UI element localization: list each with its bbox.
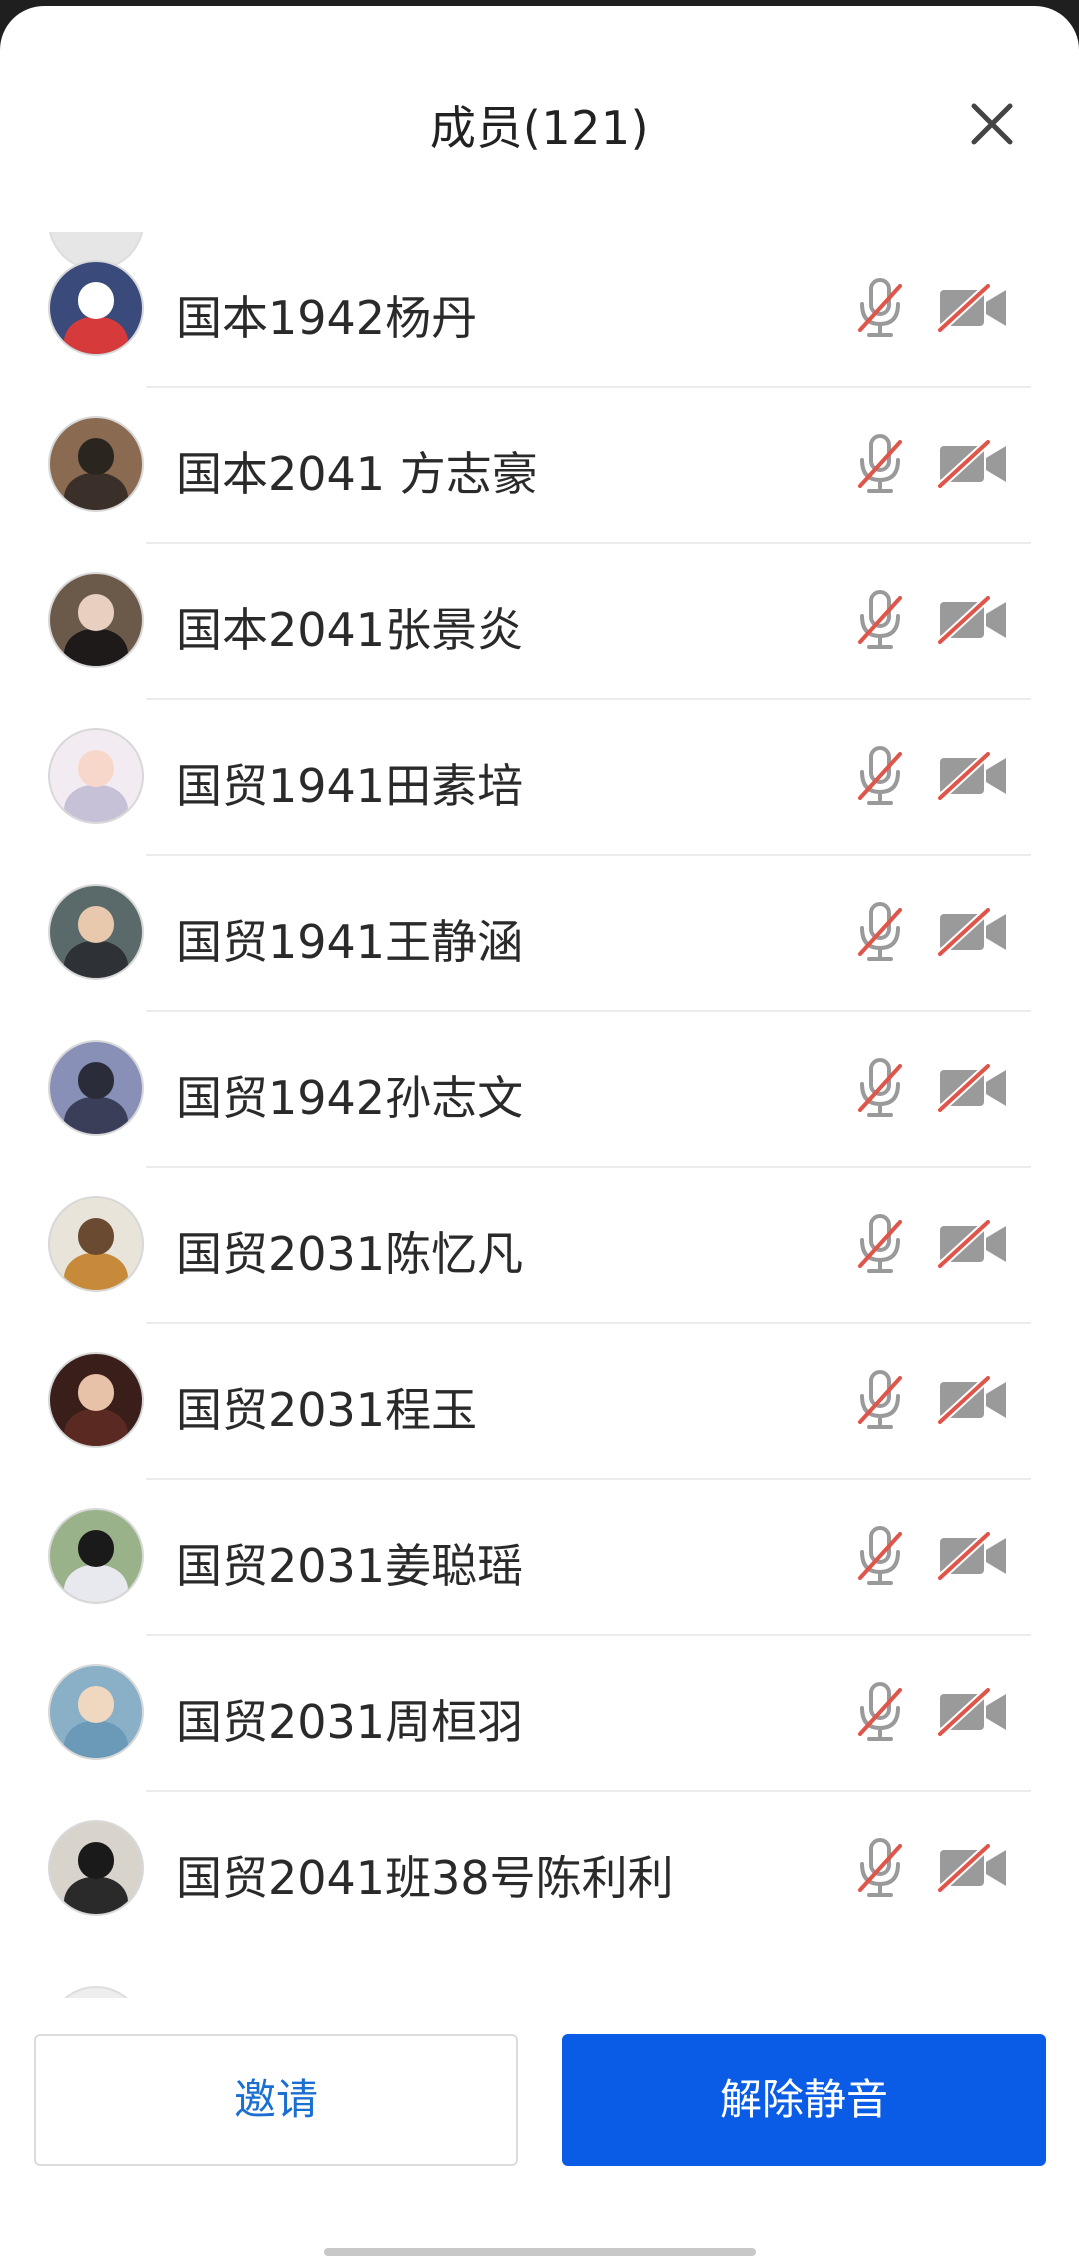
close-button[interactable] — [962, 94, 1022, 154]
page-title: 成员(121) — [429, 101, 650, 155]
avatar-face — [77, 282, 115, 320]
unmute-button[interactable]: 解除静音 — [562, 2034, 1046, 2166]
members-sheet: 成员(121) 国本1942杨丹国本2041 方志豪 国本2041张景炎 国贸194… — [0, 6, 1079, 2268]
avatar — [48, 1986, 144, 1998]
home-indicator — [324, 2248, 756, 2256]
avatar-body — [63, 629, 129, 666]
row-divider — [146, 1634, 1031, 1636]
list-item[interactable]: 国贸1942孙志文 — [0, 1010, 1079, 1166]
camera-off-icon[interactable] — [936, 438, 1010, 490]
camera-off-icon[interactable] — [936, 1842, 1010, 1894]
sheet-header: 成员(121) — [0, 6, 1079, 236]
member-name: 国本2041张景炎 — [176, 603, 524, 657]
camera-off-icon[interactable] — [936, 906, 1010, 958]
member-list[interactable]: 国本1942杨丹国本2041 方志豪 国本2041张景炎 国贸1941田素培 国贸19… — [0, 232, 1079, 1998]
avatar-face — [77, 1842, 115, 1880]
avatar-body — [63, 1253, 129, 1290]
avatar[interactable] — [48, 416, 144, 512]
mic-muted-icon[interactable] — [852, 1056, 908, 1120]
list-item[interactable]: 国贸1941田素培 — [0, 698, 1079, 854]
row-divider — [146, 1166, 1031, 1168]
avatar[interactable] — [48, 1040, 144, 1136]
row-divider — [146, 1790, 1031, 1792]
camera-off-icon[interactable] — [936, 750, 1010, 802]
member-name: 国贸1942孙志文 — [176, 1071, 524, 1125]
row-divider — [146, 1010, 1031, 1012]
camera-off-icon[interactable] — [936, 1062, 1010, 1114]
mic-muted-icon[interactable] — [852, 744, 908, 808]
avatar-body — [63, 1409, 129, 1446]
mic-muted-icon[interactable] — [852, 432, 908, 496]
member-name: 国贸1941王静涵 — [176, 915, 524, 969]
mic-muted-icon[interactable] — [852, 588, 908, 652]
row-divider — [146, 698, 1031, 700]
avatar-body — [63, 1097, 129, 1134]
avatar[interactable] — [48, 728, 144, 824]
avatar[interactable] — [48, 1664, 144, 1760]
member-name: 国贸1941田素培 — [176, 759, 524, 813]
avatar-face — [77, 594, 115, 632]
avatar-face — [77, 1062, 115, 1100]
list-item[interactable]: 国贸2041班38号陈利利 — [0, 1790, 1079, 1946]
avatar[interactable] — [48, 1820, 144, 1916]
list-item[interactable]: 国本2041张景炎 — [0, 542, 1079, 698]
avatar-body — [63, 785, 129, 822]
camera-off-icon[interactable] — [936, 282, 1010, 334]
list-item[interactable]: 国贸2031姜聪瑶 — [0, 1478, 1079, 1634]
avatar-face — [77, 438, 115, 476]
avatar[interactable] — [48, 572, 144, 668]
mic-muted-icon[interactable] — [852, 1524, 908, 1588]
avatar-face — [77, 1530, 115, 1568]
list-item[interactable]: 国贸1941王静涵 — [0, 854, 1079, 1010]
close-icon — [971, 103, 1013, 145]
member-name: 国贸2031周桓羽 — [176, 1695, 524, 1749]
mic-muted-icon[interactable] — [852, 1368, 908, 1432]
member-name: 国本2041 方志豪 — [176, 447, 538, 501]
member-name: 国贸2031姜聪瑶 — [176, 1539, 524, 1593]
avatar-body — [63, 1877, 129, 1914]
row-divider — [146, 386, 1031, 388]
camera-off-icon[interactable] — [936, 1530, 1010, 1582]
footer-bar: 邀请 解除静音 — [0, 1998, 1079, 2268]
avatar[interactable] — [48, 1508, 144, 1604]
avatar-body — [63, 317, 129, 354]
row-divider — [146, 1478, 1031, 1480]
row-divider — [146, 542, 1031, 544]
row-divider — [146, 1322, 1031, 1324]
member-name: 国贸2031程玉 — [176, 1383, 478, 1437]
list-item[interactable]: 国贸2031陈忆凡 — [0, 1166, 1079, 1322]
mic-muted-icon[interactable] — [852, 276, 908, 340]
avatar-face — [77, 1686, 115, 1724]
mic-muted-icon[interactable] — [852, 1212, 908, 1276]
camera-off-icon[interactable] — [936, 1686, 1010, 1738]
camera-off-icon[interactable] — [936, 1218, 1010, 1270]
mic-muted-icon[interactable] — [852, 1680, 908, 1744]
member-name: 国本1942杨丹 — [176, 291, 478, 345]
list-item[interactable]: 国贸2031周桓羽 — [0, 1634, 1079, 1790]
avatar-body — [63, 1565, 129, 1602]
row-divider — [146, 854, 1031, 856]
mic-muted-icon[interactable] — [852, 900, 908, 964]
list-item[interactable]: 国本1942杨丹 — [0, 232, 1079, 386]
avatar-body — [63, 1721, 129, 1758]
avatar-body — [63, 941, 129, 978]
camera-off-icon[interactable] — [936, 594, 1010, 646]
mic-muted-icon[interactable] — [852, 1836, 908, 1900]
avatar[interactable] — [48, 1196, 144, 1292]
member-name: 国贸2031陈忆凡 — [176, 1227, 524, 1281]
list-item[interactable]: 国本2041 方志豪 — [0, 386, 1079, 542]
avatar[interactable] — [48, 1352, 144, 1448]
camera-off-icon[interactable] — [936, 1374, 1010, 1426]
avatar[interactable] — [48, 884, 144, 980]
avatar-body — [63, 473, 129, 510]
member-name: 国贸2041班38号陈利利 — [176, 1851, 674, 1905]
avatar-face — [77, 1218, 115, 1256]
avatar-face — [77, 1374, 115, 1412]
avatar[interactable] — [48, 260, 144, 356]
list-item[interactable]: 国贸2031程玉 — [0, 1322, 1079, 1478]
avatar-face — [77, 750, 115, 788]
avatar-face — [77, 906, 115, 944]
invite-button[interactable]: 邀请 — [34, 2034, 518, 2166]
